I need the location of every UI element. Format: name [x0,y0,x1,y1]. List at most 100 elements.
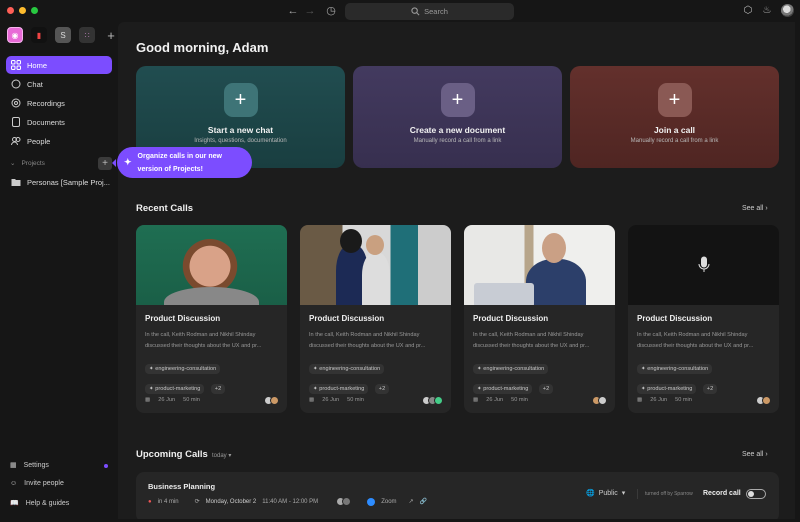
join-call-card[interactable]: + Join a call Manually record a call fro… [570,66,779,168]
sidebar-item-label: Home [27,60,48,70]
upcoming-calls-title: Upcoming Calls [136,449,208,460]
sidebar-item-label: People [27,136,51,146]
live-dot-icon: ● [148,498,152,505]
sidebar-item-settings[interactable]: ▦ Settings [10,461,49,470]
people-icon [11,137,21,146]
call-thumbnail [300,225,451,305]
workspace-icon-4[interactable]: ∷ [79,27,95,43]
cube-icon[interactable]: ⬡ [742,5,754,17]
chevron-down-icon: ⌄ [10,160,16,167]
sidebar-item-label: Invite people [24,480,64,487]
recent-see-all-link[interactable]: See all › [742,205,768,212]
card-title: Join a call [653,125,696,135]
more-tags[interactable]: +2 [538,384,554,394]
close-window-button[interactable] [7,7,14,14]
sidebar-item-people[interactable]: People [6,132,112,150]
tag[interactable]: ✦ engineering-consultation [473,364,549,374]
sidebar-item-recordings[interactable]: Recordings [6,94,112,112]
tag[interactable]: ✦ engineering-consultation [637,364,713,374]
card-title: Start a new chat [207,125,274,135]
card-subtitle: Manually record a call from a link [630,138,719,144]
sidebar-item-label: Documents [27,117,65,127]
visibility-dropdown[interactable]: 🌐 Public ▾ [586,489,626,498]
lock-icon: ▩ [145,397,151,403]
call-date: 26 Jun [158,397,176,403]
tag-list: ✦ engineering-consultation ✦ product-mar… [473,357,613,397]
project-label: Personas [Sample Proj... [27,177,110,187]
sidebar-item-documents[interactable]: Documents [6,113,112,131]
add-project-button[interactable]: + [98,157,112,170]
avatar [270,396,279,405]
record-call-label: Record call [703,490,741,497]
recent-call-card[interactable]: Product Discussion In the call, Keith Ro… [628,225,779,413]
tag[interactable]: ✦ engineering-consultation [145,364,221,374]
forward-arrow-icon[interactable]: → [303,4,317,18]
tag[interactable]: ✦ engineering-consultation [309,364,385,374]
call-date: Monday, October 2 [205,498,257,505]
page-title: Good morning, Adam [136,40,269,55]
upcoming-call-title: Business Planning [148,482,216,491]
external-link-icon[interactable]: ↗ [409,498,414,505]
platform-label: Zoom [381,498,397,505]
call-title: Product Discussion [637,314,713,323]
card-subtitle: Insights, questions, documentation [194,138,287,144]
recent-call-card[interactable]: Product Discussion In the call, Keith Ro… [136,225,287,413]
visibility-label: Public [598,489,618,497]
history-icon[interactable]: ◷ [324,4,338,18]
see-all-label: See all [742,205,764,212]
more-tags[interactable]: +2 [374,384,390,394]
minimize-window-button[interactable] [19,7,26,14]
projects-tooltip[interactable]: ✦ Organize calls in our new version of P… [112,147,252,178]
sidebar-item-help[interactable]: 📖 Help & guides [10,499,69,508]
back-arrow-icon[interactable]: ← [286,4,300,18]
bell-icon[interactable]: ♨ [761,5,773,17]
call-description: In the call, Keith Rodman and Nikhil Shi… [473,332,590,349]
sidebar-item-home[interactable]: Home [6,56,112,74]
user-avatar[interactable] [781,4,794,17]
search-input[interactable]: Search [345,3,514,20]
countdown: in 4 min [157,498,179,505]
lock-icon: ▩ [473,397,479,403]
call-time: 11:40 AM - 12:00 PM [262,498,319,505]
avatar [762,396,771,405]
call-description: In the call, Keith Rodman and Nikhil Shi… [145,332,262,349]
link-icon[interactable]: 🔗 [420,498,427,505]
call-meta: ▩ 26 Jun 50 min [473,397,528,403]
workspace-icon-active[interactable]: ◉ [7,27,23,43]
sidebar-project-item[interactable]: Personas [Sample Proj... [6,173,112,191]
more-tags[interactable]: +2 [702,384,718,394]
upcoming-call-row[interactable]: Business Planning ● in 4 min ⟳ Monday, O… [136,472,779,519]
call-title: Product Discussion [473,314,549,323]
plus-icon: + [223,83,258,117]
tag-list: ✦ engineering-consultation ✦ product-mar… [145,357,285,397]
call-date: 26 Jun [486,397,504,403]
upcoming-filter-dropdown[interactable]: today ▾ [212,452,231,459]
call-thumbnail [628,225,779,305]
workspace-icon-2[interactable]: ▮ [31,27,47,43]
call-description: In the call, Keith Rodman and Nikhil Shi… [637,332,754,349]
create-document-card[interactable]: + Create a new document Manually record … [353,66,562,168]
tag[interactable]: ✦ product-marketing [473,384,533,394]
maximize-window-button[interactable] [31,7,38,14]
tag[interactable]: ✦ product-marketing [145,384,205,394]
add-workspace-button[interactable]: + [103,27,119,43]
sidebar-item-chat[interactable]: Chat [6,75,112,93]
more-tags[interactable]: +2 [210,384,226,394]
recent-call-card[interactable]: Product Discussion In the call, Keith Ro… [300,225,451,413]
tag[interactable]: ✦ product-marketing [309,384,369,394]
plus-icon: + [440,83,475,117]
card-subtitle: Manually record a call from a link [413,138,502,144]
chevron-down-icon: ▾ [621,490,626,497]
call-thumbnail [464,225,615,305]
workspace-icon-3[interactable]: S [55,27,71,43]
recent-call-card[interactable]: Product Discussion In the call, Keith Ro… [464,225,615,413]
tag[interactable]: ✦ product-marketing [637,384,697,394]
sidebar-item-invite[interactable]: ☺ Invite people [10,480,64,487]
call-description: In the call, Keith Rodman and Nikhil Shi… [309,332,426,349]
record-call-toggle[interactable] [746,489,766,499]
upcoming-see-all-link[interactable]: See all › [742,451,768,458]
lock-icon: ▩ [309,397,315,403]
participants [756,396,771,405]
participants [336,497,352,506]
projects-header[interactable]: ⌄ Projects [10,159,45,168]
